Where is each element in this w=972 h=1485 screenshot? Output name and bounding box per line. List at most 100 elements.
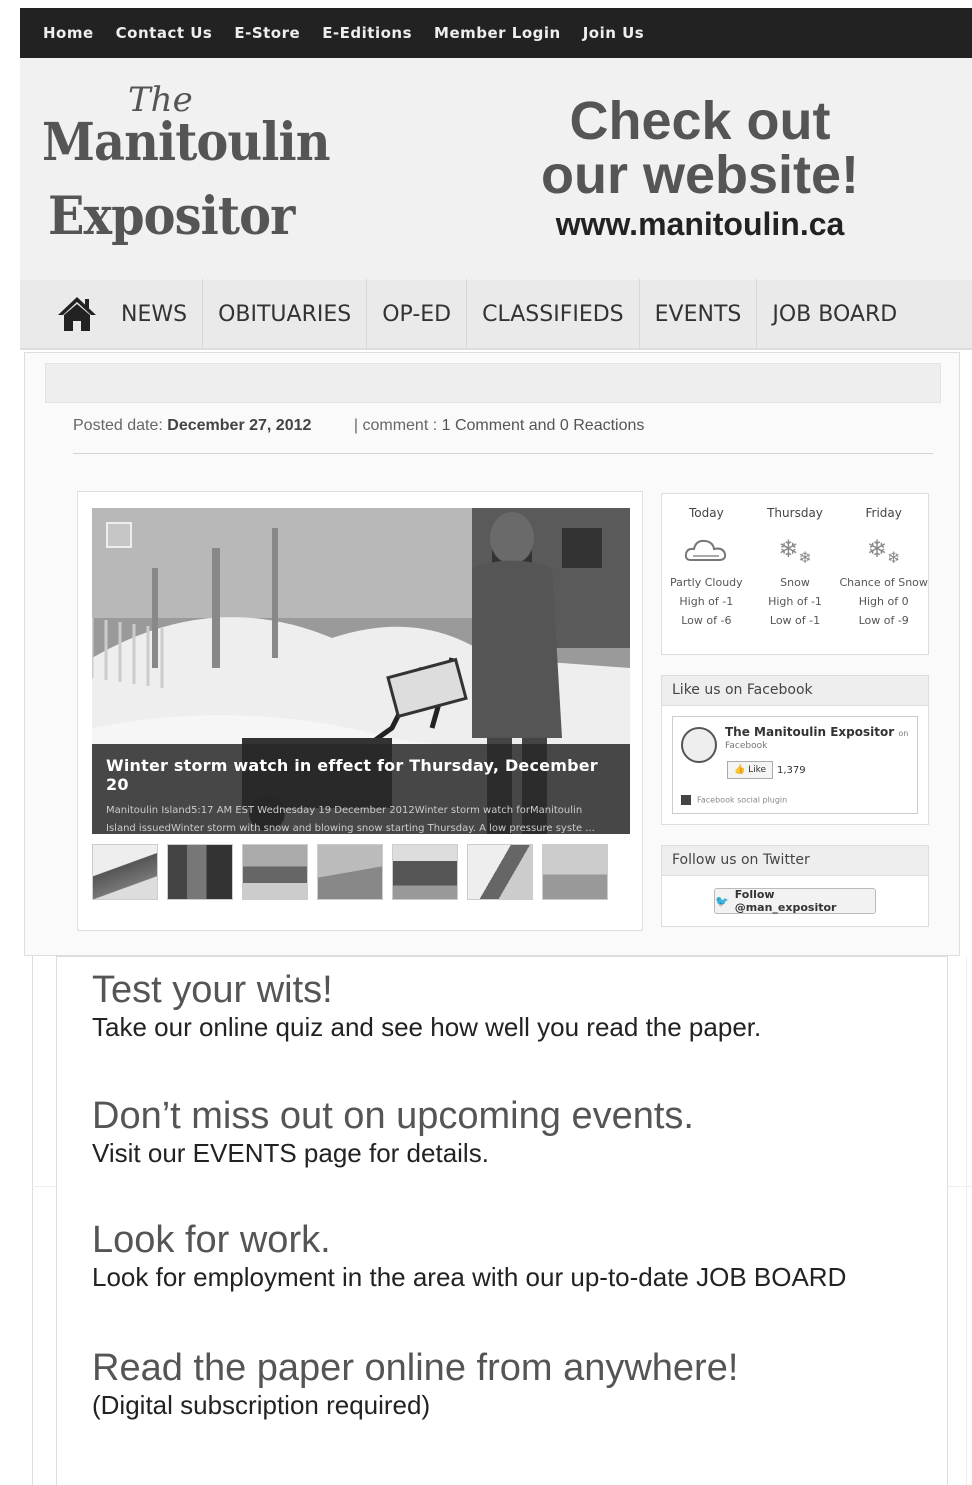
weather-low: Low of -9 — [858, 614, 909, 627]
snowflake-icon: ❄ ❄ — [778, 534, 812, 567]
panel-edge-left — [32, 956, 33, 1485]
facebook-page-avatar[interactable] — [681, 727, 717, 763]
facebook-on: on — [898, 729, 909, 738]
thumbs-up-icon: 👍 — [734, 765, 746, 775]
like-count: 1,379 — [777, 765, 806, 776]
nav-classifieds[interactable]: CLASSIFIEDS — [467, 279, 640, 349]
weather-day-friday: Friday ❄ ❄ Chance of Snow High of 0 Low o… — [839, 494, 928, 654]
facebook-plugin-text: Facebook social plugin — [697, 795, 788, 805]
logo-line-2: Expositor — [48, 186, 295, 247]
thumbnail[interactable] — [167, 844, 233, 900]
content-frame: Posted date: December 27, 2012 | comment… — [24, 352, 960, 956]
weather-day-thursday: Thursday ❄ ❄ Snow High of -1 Low of -1 — [751, 494, 840, 654]
posted-date: December 27, 2012 — [167, 417, 312, 434]
promo-events: Don’t miss out on upcoming events. Visit… — [92, 1096, 694, 1169]
facebook-network: Facebook — [725, 741, 768, 751]
cloud-icon — [662, 527, 751, 571]
content-title-bar — [45, 363, 941, 403]
posted-label: Posted date: — [73, 417, 163, 434]
slide-summary: Manitoulin Island5:17 AM EST Wednesday 1… — [106, 802, 616, 834]
twitter-box: Follow us on Twitter 🐦 Follow @man_expos… — [661, 845, 929, 927]
comment-label: | comment : — [353, 417, 438, 434]
slide-summary-line-1: Manitoulin Island5:17 AM EST Wednesday 1… — [106, 805, 583, 816]
promo-heading: Test your wits! — [92, 969, 333, 1011]
weather-high: High of 0 — [858, 595, 909, 608]
slide-caption[interactable]: Winter storm watch in effect for Thursda… — [92, 744, 630, 834]
snowflake-icon: ❄ ❄ — [866, 534, 901, 567]
top-nav-join-us[interactable]: Join Us — [583, 24, 645, 42]
promo-line-1: Check out — [569, 91, 831, 151]
featured-slideshow: Winter storm watch in effect for Thursda… — [77, 491, 643, 931]
site-logo[interactable]: The Manitoulin Expositor — [42, 80, 342, 250]
promo-heading: Look for work. — [92, 1219, 331, 1261]
top-nav-home[interactable]: Home — [43, 24, 94, 42]
divider — [73, 453, 933, 454]
nav-news[interactable]: NEWS — [106, 279, 204, 349]
weather-condition: Snow — [780, 576, 810, 589]
logo-line-1: Manitoulin — [42, 112, 331, 173]
weather-widget: Today Partly Cloudy High of -1 Low of -6… — [661, 493, 929, 655]
weather-high: High of -1 — [768, 595, 822, 608]
facebook-like-box: The Manitoulin Expositor on Facebook 👍 L… — [672, 716, 918, 814]
thumbnail[interactable] — [392, 844, 458, 900]
nav-job-board[interactable]: JOB BOARD — [757, 279, 912, 349]
facebook-page-name[interactable]: The Manitoulin Expositor on — [725, 725, 908, 739]
facebook-box: Like us on Facebook The Manitoulin Expos… — [661, 675, 929, 825]
facebook-icon — [681, 795, 691, 805]
weather-condition: Partly Cloudy — [669, 576, 743, 589]
twitter-follow-label: Follow @man_expositor — [734, 888, 837, 914]
promo-text: Take our online quiz and see how well yo… — [92, 1012, 762, 1042]
twitter-follow-button[interactable]: 🐦 Follow @man_expositor — [714, 888, 876, 914]
thumbnail[interactable] — [467, 844, 533, 900]
home-icon[interactable] — [56, 295, 98, 333]
website-promo: Check out our website! www.manitoulin.ca — [500, 94, 900, 243]
promo-text: Visit our EVENTS page for details. — [92, 1138, 489, 1168]
promo-heading: Don’t miss out on upcoming events. — [92, 1095, 694, 1137]
promo-heading: Read the paper online from anywhere! — [92, 1347, 739, 1389]
weather-high: High of -1 — [679, 595, 734, 608]
weather-day-label: Friday — [865, 506, 902, 520]
weather-day-label: Thursday — [767, 506, 823, 520]
weather-day-label: Today — [688, 506, 724, 520]
weather-day-today: Today Partly Cloudy High of -1 Low of -6 — [662, 494, 751, 654]
top-nav-e-store[interactable]: E-Store — [234, 24, 300, 42]
promo-line-2: our website! — [540, 145, 860, 205]
promo-digital: Read the paper online from anywhere! (Di… — [92, 1348, 738, 1421]
promo-text: (Digital subscription required) — [92, 1390, 431, 1420]
facebook-plugin-note: Facebook social plugin — [681, 795, 787, 805]
comment-count[interactable]: 1 Comment and 0 Reactions — [442, 417, 645, 434]
promo-text: Look for employment in the area with our… — [92, 1262, 847, 1292]
facebook-heading: Like us on Facebook — [662, 676, 928, 706]
thumbnail[interactable] — [92, 844, 158, 900]
top-nav-member-login[interactable]: Member Login — [434, 24, 561, 42]
featured-photo[interactable]: Winter storm watch in effect for Thursda… — [92, 508, 630, 834]
gallery-icon[interactable] — [106, 522, 132, 548]
top-nav-bar: Home Contact Us E-Store E-Editions Membe… — [20, 8, 972, 58]
thumbnail[interactable] — [542, 844, 608, 900]
promo-quiz: Test your wits! Take our online quiz and… — [92, 970, 761, 1043]
post-meta: Posted date: December 27, 2012 | comment… — [73, 417, 644, 435]
panel-edge-right — [966, 956, 967, 1485]
thumbnail[interactable] — [242, 844, 308, 900]
site-header: The Manitoulin Expositor Check out our w… — [20, 58, 972, 280]
top-nav-contact-us[interactable]: Contact Us — [116, 24, 213, 42]
thumbnail-strip — [92, 844, 608, 900]
slide-summary-line-2: Island issuedWinter storm with snow and … — [106, 823, 595, 834]
promo-url: www.manitoulin.ca — [555, 206, 845, 242]
promo-jobs: Look for work. Look for employment in th… — [92, 1220, 846, 1293]
slide-title[interactable]: Winter storm watch in effect for Thursda… — [106, 756, 616, 794]
weather-low: Low of -6 — [681, 614, 732, 627]
facebook-like-button[interactable]: 👍 Like — [727, 761, 774, 779]
nav-obituaries[interactable]: OBITUARIES — [203, 279, 368, 349]
weather-low: Low of -1 — [769, 614, 821, 627]
like-label: Like — [748, 765, 767, 775]
nav-op-ed[interactable]: OP-ED — [367, 279, 468, 349]
nav-events[interactable]: EVENTS — [640, 279, 758, 349]
thumbnail[interactable] — [317, 844, 383, 900]
twitter-heading: Follow us on Twitter — [662, 846, 928, 876]
main-nav: NEWS OBITUARIES OP-ED CLASSIFIEDS EVENTS… — [20, 279, 972, 350]
facebook-page-name-text: The Manitoulin Expositor — [725, 725, 895, 739]
weather-condition: Chance of Snow — [839, 576, 928, 589]
twitter-bird-icon: 🐦 — [715, 894, 729, 908]
top-nav-e-editions[interactable]: E-Editions — [322, 24, 412, 42]
